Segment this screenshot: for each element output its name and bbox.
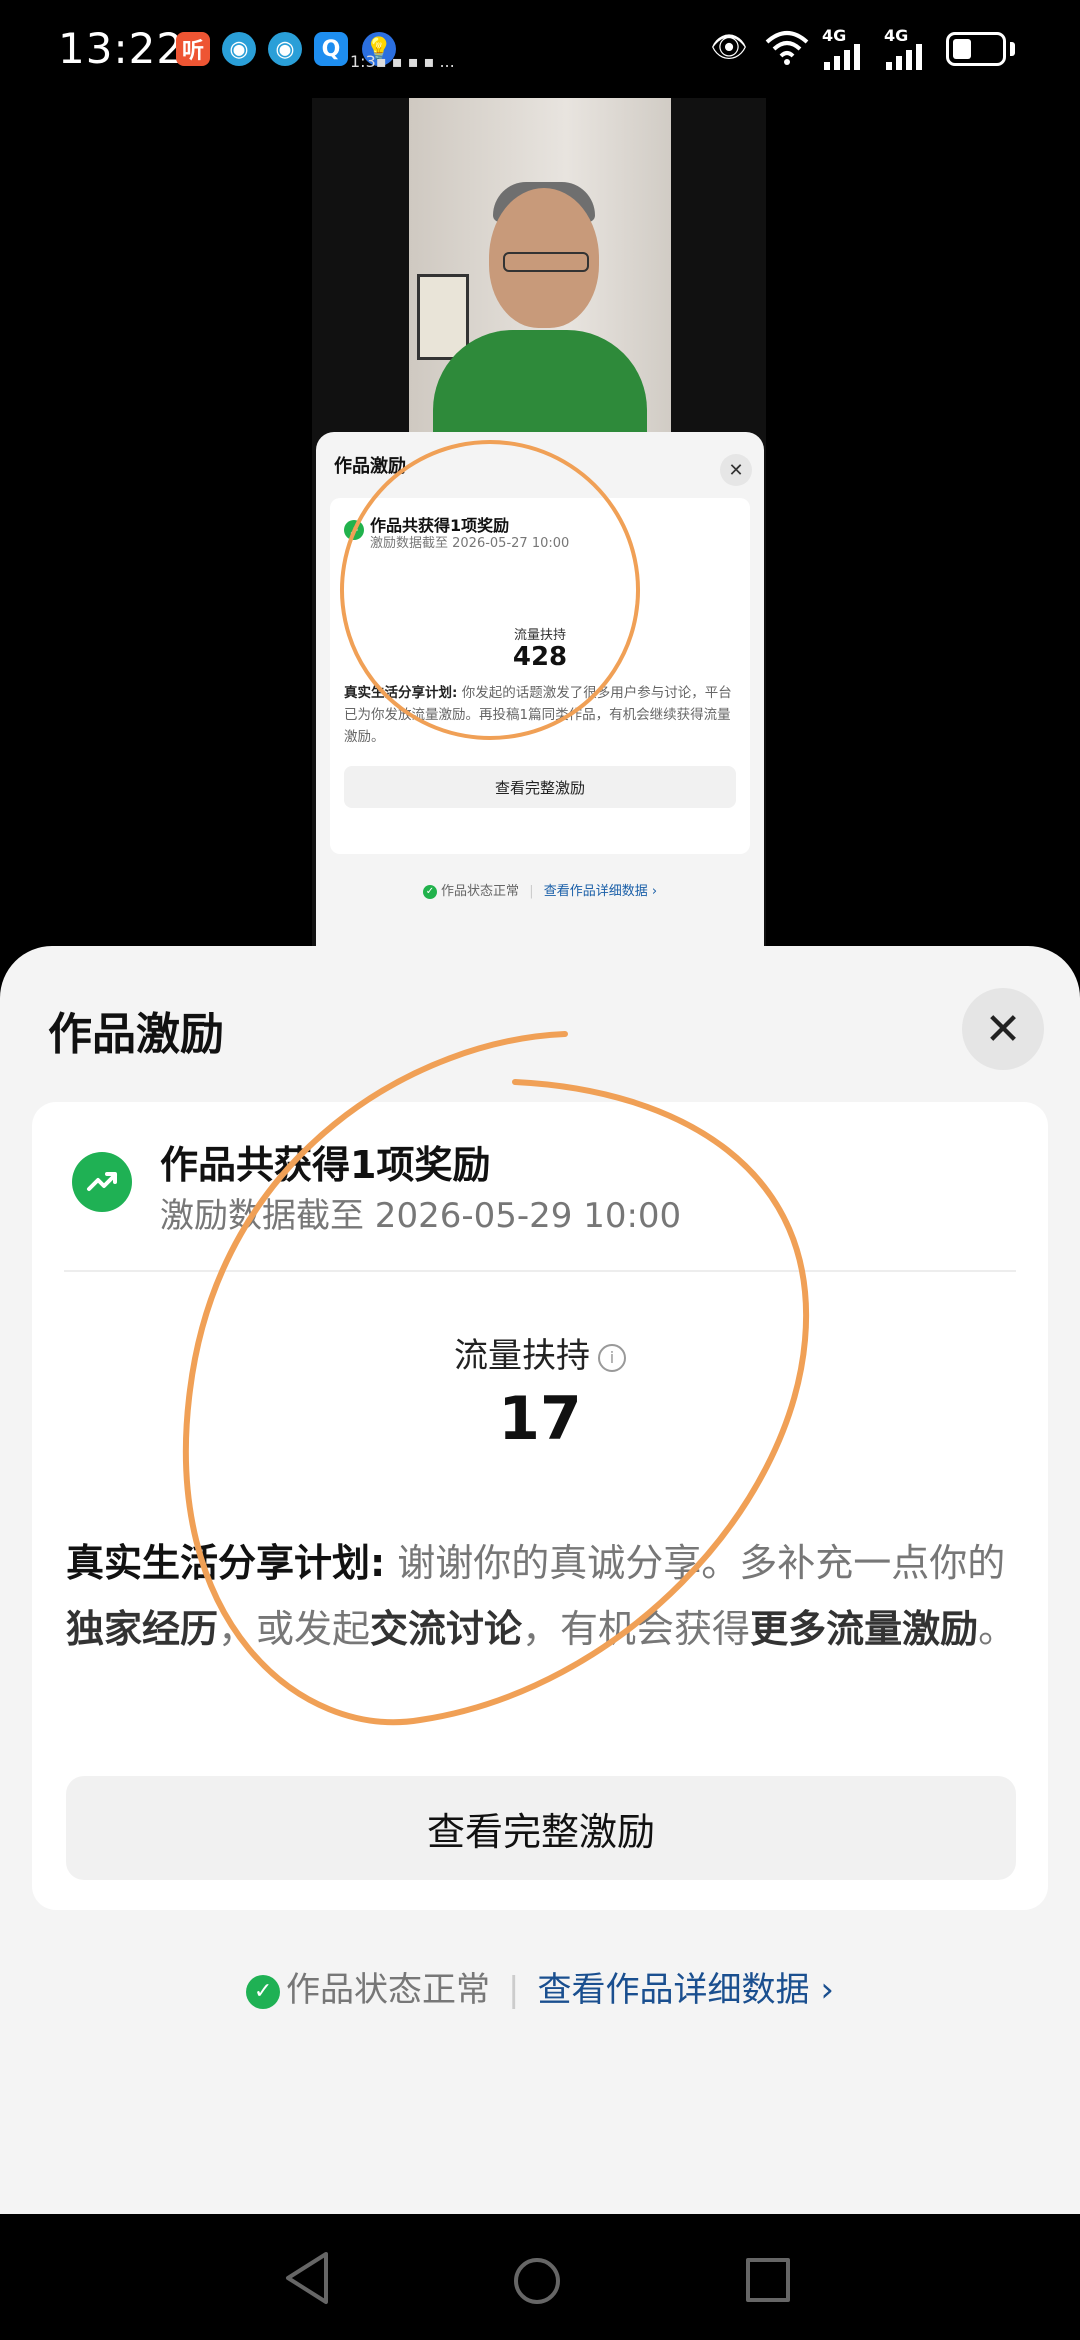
status-bar: 13:22 听 ◉ ◉ Q 💡 1:3▪ ▪ ▪ ▪ ... 👁 4G 4G	[0, 0, 1080, 100]
preview-status: 作品状态正常	[441, 884, 520, 899]
signal-icon	[822, 44, 868, 74]
reward-sheet: 作品激励 ✕ 作品共获得1项奖励 激励数据截至 2026-05-29 10:00…	[0, 946, 1080, 2214]
system-nav-bar	[0, 2214, 1080, 2340]
preview-detail-link[interactable]: 查看作品详细数据 ›	[544, 884, 657, 899]
check-icon: ✓	[422, 884, 437, 899]
search-app-icon: Q	[314, 32, 348, 66]
work-status: 作品状态正常	[286, 1970, 491, 2010]
desc-highlight: 独家经历	[66, 1607, 219, 1651]
battery-icon	[946, 32, 1006, 66]
view-full-reward-button[interactable]: 查看完整激励	[66, 1776, 1016, 1880]
sheet-footer: ✓ 作品状态正常 | 查看作品详细数据 ›	[0, 1962, 1080, 2011]
preview-description: 真实生活分享计划: 你发起的话题激发了很多用户参与讨论，平台已为你发放流量激励。…	[344, 682, 736, 748]
desc-text: 谢谢你的真诚分享。多补充一点你的	[385, 1541, 1006, 1585]
description: 真实生活分享计划: 谢谢你的真诚分享。多补充一点你的独家经历，或发起交流讨论，有…	[66, 1530, 1026, 1662]
divider	[64, 1270, 1016, 1272]
preview-metric-value: 428	[512, 642, 568, 672]
app-notification-icon: ◉	[268, 32, 302, 66]
preview-metric-label: 流量扶持	[513, 628, 566, 643]
preview-card: ↗ 作品共获得1项奖励 激励数据截至 2026-05-27 10:00 流量扶持…	[330, 498, 750, 854]
reward-card: 作品共获得1项奖励 激励数据截至 2026-05-29 10:00 流量扶持 i …	[32, 1102, 1048, 1910]
sheet-title: 作品激励	[48, 1009, 224, 1060]
desc-text: ，有机会获得	[522, 1607, 751, 1651]
chevron-right-icon: ›	[820, 1970, 834, 2010]
glasses	[503, 252, 589, 272]
close-icon: ✕	[984, 1003, 1022, 1055]
status-mini-icons: 1:3▪ ▪ ▪ ▪ ...	[350, 52, 455, 71]
person-shirt	[433, 330, 647, 438]
network-type-label: 4G	[822, 26, 847, 45]
info-icon[interactable]: i	[598, 1343, 626, 1372]
card-title: 作品共获得1项奖励	[160, 1143, 491, 1187]
app-notification-icon: 听	[176, 32, 210, 66]
status-time: 13:22	[58, 24, 185, 73]
desc-highlight: 更多流量激励	[750, 1607, 979, 1651]
close-button[interactable]: ✕	[962, 988, 1044, 1070]
app-notification-icon: ◉	[222, 32, 256, 66]
view-detail-data-link[interactable]: 查看作品详细数据 ›	[538, 1970, 834, 2010]
eye-icon: 👁	[710, 30, 749, 65]
desc-highlight: 交流讨论	[370, 1607, 523, 1651]
back-triangle-icon[interactable]	[282, 2250, 332, 2310]
preview-title: 作品激励	[334, 456, 406, 477]
preview-close-icon[interactable]: ✕	[720, 454, 752, 486]
desc-plan-name: 真实生活分享计划:	[66, 1541, 386, 1585]
card-subtitle: 激励数据截至 2026-05-29 10:00	[160, 1196, 682, 1236]
wifi-icon	[764, 30, 810, 74]
desc-text: 。	[978, 1607, 1017, 1651]
preview-sheet: 作品激励 ✕ ↗ 作品共获得1项奖励 激励数据截至 2026-05-27 10:…	[316, 432, 764, 948]
video-preview[interactable]	[409, 98, 671, 438]
metric-value: 17	[498, 1384, 582, 1454]
wall-frame	[417, 274, 469, 360]
preview-footer: ✓ 作品状态正常 | 查看作品详细数据 ›	[316, 880, 764, 899]
battery-nub	[1010, 42, 1015, 56]
network-type-label: 4G	[884, 26, 909, 45]
metric-label: 流量扶持	[454, 1336, 590, 1376]
desc-text: ，或发起	[218, 1607, 371, 1651]
check-icon: ✓	[246, 1974, 281, 2009]
detail-link-label: 查看作品详细数据	[537, 1970, 810, 2010]
trending-up-icon: ↗	[344, 520, 364, 540]
home-circle-icon[interactable]	[514, 2258, 560, 2304]
preview-card-subtitle: 激励数据截至 2026-05-27 10:00	[370, 536, 570, 551]
signal-icon	[884, 44, 930, 74]
trending-up-icon	[72, 1152, 132, 1212]
recent-square-icon[interactable]	[746, 2258, 790, 2302]
preview-full-reward-button[interactable]: 查看完整激励	[344, 766, 736, 808]
metric-label-row: 流量扶持 i	[32, 1328, 1048, 1377]
preview-desc-bold: 真实生活分享计划:	[344, 685, 458, 701]
